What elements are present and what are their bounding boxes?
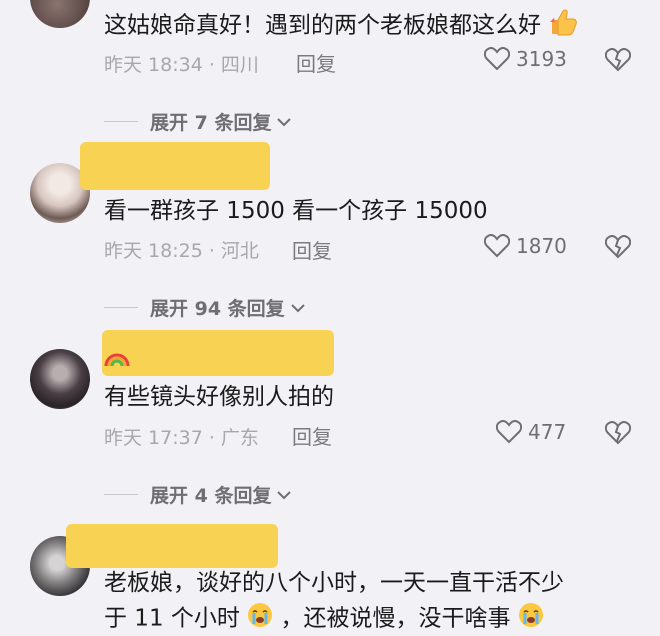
dislike-button[interactable] [604, 48, 632, 76]
reply-button[interactable]: 回复 [292, 235, 332, 264]
comment-text-content: 这姑娘命真好！遇到的两个老板娘都这么好 [104, 12, 541, 39]
heart-icon [484, 234, 510, 258]
avatar[interactable] [30, 0, 90, 28]
expand-replies-label: 展开 94 条回复 [150, 298, 285, 320]
broken-heart-icon [604, 235, 632, 259]
expand-replies-label: 展开 7 条回复 [150, 112, 272, 134]
comment-text: 有些镜头好像别人拍的 [104, 384, 334, 410]
reply-button[interactable]: 回复 [296, 48, 336, 77]
like-count: 477 [528, 420, 567, 444]
expand-replies-button[interactable]: 展开 4 条回复 [104, 481, 293, 508]
broken-heart-icon [604, 421, 632, 445]
comment-text-part: 于 11 个小时 [104, 605, 240, 632]
crying-emoji [518, 602, 544, 636]
comment-text-part: ，还被说慢，没干啥事 [280, 605, 511, 632]
expand-replies-button[interactable]: 展开 7 条回复 [104, 108, 293, 135]
dislike-button[interactable] [604, 421, 632, 449]
comment-text: 于 11 个小时 ，还被说慢，没干啥事 [104, 602, 544, 636]
chevron-down-icon [277, 117, 292, 126]
comment-meta: 昨天 17:37 · 广东 [104, 427, 259, 449]
like-button[interactable]: 1870 [484, 234, 567, 258]
username-redacted [66, 524, 278, 568]
broken-heart-icon [604, 48, 632, 72]
avatar[interactable] [30, 349, 90, 409]
comment-text: 老板娘，谈好的八个小时，一天一直干活不少 [104, 570, 564, 596]
comment-meta: 昨天 18:25 · 河北 [104, 240, 259, 262]
thumbs-up-emoji [548, 8, 578, 44]
expand-replies-label: 展开 4 条回复 [150, 485, 272, 507]
like-button[interactable]: 3193 [484, 47, 567, 71]
like-count: 3193 [516, 47, 567, 71]
reply-button[interactable]: 回复 [292, 421, 332, 450]
heart-icon [484, 47, 510, 71]
rainbow-emoji [104, 350, 130, 370]
like-count: 1870 [516, 234, 567, 258]
chevron-down-icon [290, 303, 305, 312]
heart-icon [496, 420, 522, 444]
comment-text: 看一群孩子 1500 看一个孩子 15000 [104, 198, 488, 224]
dislike-button[interactable] [604, 235, 632, 263]
expand-replies-button[interactable]: 展开 94 条回复 [104, 294, 307, 321]
username-redacted [80, 142, 270, 190]
username-redacted [102, 330, 334, 376]
comment-text: 这姑娘命真好！遇到的两个老板娘都这么好 [104, 8, 578, 44]
chevron-down-icon [277, 490, 292, 499]
comment-meta: 昨天 18:34 · 四川 [104, 54, 259, 76]
crying-emoji [247, 602, 273, 636]
divider [104, 494, 138, 495]
divider [104, 307, 138, 308]
divider [104, 121, 138, 122]
like-button[interactable]: 477 [496, 420, 566, 444]
